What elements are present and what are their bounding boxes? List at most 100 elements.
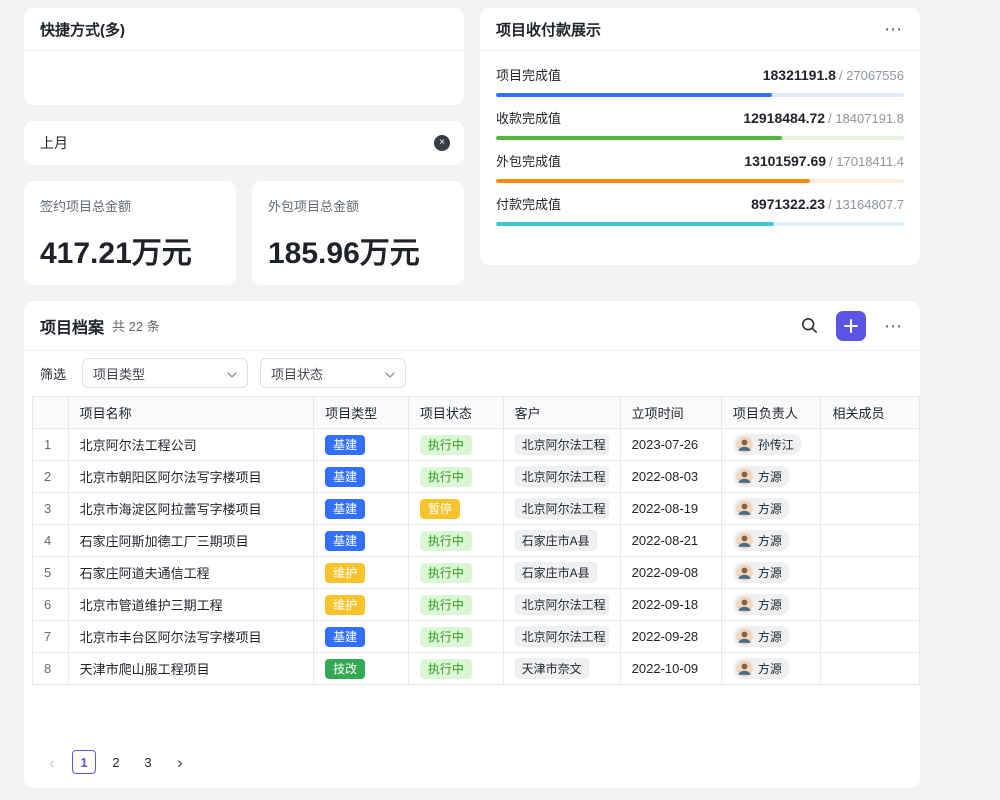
status-badge: 执行中: [420, 627, 472, 647]
metric-values: 18321191.8/ 27067556: [763, 65, 904, 86]
cell-project-name[interactable]: 北京市朝阳区阿尔法写字楼项目: [68, 461, 313, 493]
cell-project-name[interactable]: 北京阿尔法工程公司: [68, 429, 313, 461]
type-badge: 基建: [325, 627, 365, 647]
more-icon[interactable]: ⋯: [884, 317, 904, 335]
cell-members[interactable]: [821, 493, 920, 525]
cell-project-name[interactable]: 石家庄阿道夫通信工程: [68, 557, 313, 589]
cell-project-type[interactable]: 技改: [314, 653, 409, 685]
date-filter-label: 上月: [40, 133, 68, 153]
close-circle-icon[interactable]: ×: [434, 135, 450, 151]
cell-project-type[interactable]: 基建: [314, 429, 409, 461]
cell-owner[interactable]: 方源: [721, 461, 821, 493]
stat-cards-row: 签约项目总金额 417.21万元 外包项目总金额 185.96万元: [24, 181, 464, 285]
row-number: 8: [33, 653, 69, 685]
stat-label: 签约项目总金额: [40, 196, 220, 215]
cell-owner[interactable]: 方源: [721, 493, 821, 525]
cell-owner[interactable]: 方源: [721, 525, 821, 557]
cell-owner[interactable]: 方源: [721, 557, 821, 589]
header-members: 相关成员: [821, 397, 920, 429]
owner-name: 方源: [758, 596, 782, 613]
cell-project-status[interactable]: 执行中: [408, 525, 503, 557]
cell-customer[interactable]: 天津市奈文: [503, 653, 620, 685]
payments-metrics: 项目完成值 18321191.8/ 27067556 收款完成值 1291848…: [480, 51, 920, 226]
cell-start-date[interactable]: 2022-09-18: [620, 589, 721, 621]
table-row: 8 天津市爬山服工程项目 技改 执行中 天津市奈文 2022-10-09 方源: [33, 653, 920, 685]
cell-owner[interactable]: 方源: [721, 621, 821, 653]
cell-customer[interactable]: 北京阿尔法工程: [503, 589, 620, 621]
next-page-icon[interactable]: ›: [168, 750, 192, 774]
cell-owner[interactable]: 方源: [721, 589, 821, 621]
shortcuts-card: 快捷方式(多): [24, 8, 464, 105]
cell-members[interactable]: [821, 589, 920, 621]
cell-project-status[interactable]: 执行中: [408, 621, 503, 653]
cell-members[interactable]: [821, 621, 920, 653]
header-owner: 项目负责人: [721, 397, 821, 429]
cell-project-type[interactable]: 基建: [314, 621, 409, 653]
cell-customer[interactable]: 北京阿尔法工程: [503, 429, 620, 461]
cell-members[interactable]: [821, 653, 920, 685]
cell-owner[interactable]: 方源: [721, 653, 821, 685]
cell-project-status[interactable]: 执行中: [408, 653, 503, 685]
owner-name: 方源: [758, 564, 782, 581]
cell-start-date[interactable]: 2022-09-28: [620, 621, 721, 653]
cell-project-type[interactable]: 维护: [314, 557, 409, 589]
page-button[interactable]: 3: [136, 750, 160, 774]
cell-project-status[interactable]: 执行中: [408, 461, 503, 493]
cell-project-name[interactable]: 石家庄阿斯加德工厂三期项目: [68, 525, 313, 557]
filter-dropdown[interactable]: 项目类型: [82, 358, 248, 388]
cell-customer[interactable]: 石家庄市A县: [503, 557, 620, 589]
search-icon[interactable]: [801, 317, 818, 334]
cell-project-status[interactable]: 执行中: [408, 589, 503, 621]
user-avatar: [736, 500, 753, 517]
cell-project-status[interactable]: 执行中: [408, 429, 503, 461]
cell-members[interactable]: [821, 461, 920, 493]
cell-project-name[interactable]: 北京市丰台区阿尔法写字楼项目: [68, 621, 313, 653]
cell-start-date[interactable]: 2022-10-09: [620, 653, 721, 685]
status-badge: 执行中: [420, 659, 472, 679]
cell-start-date[interactable]: 2023-07-26: [620, 429, 721, 461]
add-record-button[interactable]: [836, 311, 866, 341]
cell-project-name[interactable]: 天津市爬山服工程项目: [68, 653, 313, 685]
cell-project-status[interactable]: 暂停: [408, 493, 503, 525]
metric-values: 8971322.23/ 13164807.7: [751, 194, 904, 215]
cell-project-type[interactable]: 基建: [314, 461, 409, 493]
cell-members[interactable]: [821, 429, 920, 461]
user-avatar: [736, 596, 753, 613]
owner-chip: 方源: [733, 594, 790, 615]
metric-label: 付款完成值: [496, 195, 561, 215]
progress-fill: [496, 222, 774, 226]
cell-customer[interactable]: 石家庄市A县: [503, 525, 620, 557]
row-number: 1: [33, 429, 69, 461]
cell-customer[interactable]: 北京阿尔法工程: [503, 461, 620, 493]
cell-start-date[interactable]: 2022-08-03: [620, 461, 721, 493]
date-filter-chip[interactable]: 上月 ×: [24, 121, 464, 165]
owner-name: 方源: [758, 532, 782, 549]
cell-project-type[interactable]: 基建: [314, 493, 409, 525]
cell-project-name[interactable]: 北京市管道维护三期工程: [68, 589, 313, 621]
cell-customer[interactable]: 北京阿尔法工程: [503, 493, 620, 525]
record-count: 共 22 条: [112, 316, 160, 335]
owner-chip: 方源: [733, 498, 790, 519]
page-button[interactable]: 1: [72, 750, 96, 774]
cell-members[interactable]: [821, 525, 920, 557]
cell-start-date[interactable]: 2022-08-21: [620, 525, 721, 557]
page-button[interactable]: 2: [104, 750, 128, 774]
cell-project-status[interactable]: 执行中: [408, 557, 503, 589]
filter-dropdown[interactable]: 项目状态: [260, 358, 406, 388]
metric-current-value: 8971322.23: [751, 196, 825, 212]
cell-owner[interactable]: 孙传江: [721, 429, 821, 461]
payment-metric: 外包完成值 13101597.69/ 17018411.4: [496, 151, 904, 183]
more-icon[interactable]: ⋯: [884, 20, 904, 38]
project-archive-card: 项目档案 共 22 条 ⋯ 筛选 项目类型: [24, 301, 920, 788]
cell-members[interactable]: [821, 557, 920, 589]
cell-start-date[interactable]: 2022-09-08: [620, 557, 721, 589]
prev-page-icon[interactable]: ‹: [40, 750, 64, 774]
cell-project-type[interactable]: 维护: [314, 589, 409, 621]
metric-total-value: / 18407191.8: [828, 111, 904, 126]
cell-project-type[interactable]: 基建: [314, 525, 409, 557]
cell-customer[interactable]: 北京阿尔法工程: [503, 621, 620, 653]
cell-project-name[interactable]: 北京市海淀区阿拉蕾写字楼项目: [68, 493, 313, 525]
chevron-down-icon: [227, 366, 237, 381]
cell-start-date[interactable]: 2022-08-19: [620, 493, 721, 525]
row-number: 7: [33, 621, 69, 653]
